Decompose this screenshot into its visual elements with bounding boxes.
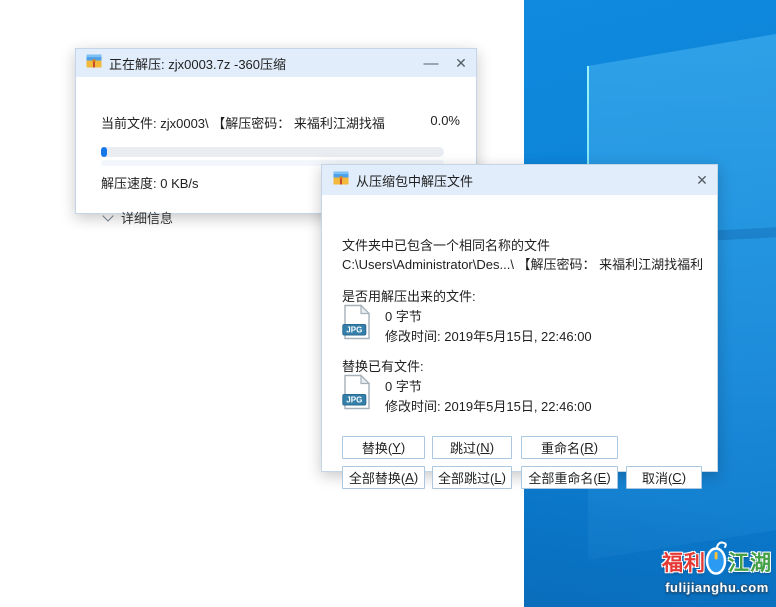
progress-percent: 0.0% bbox=[430, 113, 460, 132]
new-file-size: 0 字节 bbox=[385, 306, 422, 325]
rename-button[interactable]: 重命名(R) bbox=[521, 436, 618, 459]
progress-bar-fill bbox=[101, 147, 107, 157]
progress-dialog-titlebar[interactable]: 正在解压: zjx0003.7z -360压缩 — ✕ bbox=[76, 49, 476, 77]
jpg-file-icon: JPG bbox=[342, 374, 372, 413]
svg-text:JPG: JPG bbox=[346, 326, 362, 335]
current-file-row: 当前文件: zjx0003\ 【解压密码： 来福利江湖找福 0.0% bbox=[101, 113, 460, 132]
minimize-button[interactable]: — bbox=[416, 49, 446, 77]
rename-all-button[interactable]: 全部重命名(E) bbox=[521, 466, 618, 489]
skip-button[interactable]: 跳过(N) bbox=[432, 436, 512, 459]
conflict-path: C:\Users\Administrator\Des...\ 【解压密码： 来福… bbox=[342, 254, 703, 273]
svg-text:JPG: JPG bbox=[346, 396, 362, 405]
watermark-url: fulijianghu.com bbox=[658, 580, 776, 595]
archive-zip-icon bbox=[333, 170, 349, 191]
close-button[interactable]: ✕ bbox=[446, 49, 476, 77]
file-conflict-dialog: 从压缩包中解压文件 ✕ 文件夹中已包含一个相同名称的文件 C:\Users\Ad… bbox=[321, 164, 718, 472]
progress-bar-track bbox=[101, 147, 444, 157]
current-file-label: 当前文件: zjx0003\ 【解压密码： 来福利江湖找福 bbox=[101, 113, 385, 132]
jpg-file-icon: JPG bbox=[342, 304, 372, 343]
new-file-modified: 修改时间: 2019年5月15日, 22:46:00 bbox=[385, 326, 592, 345]
details-toggle[interactable]: 详细信息 bbox=[104, 208, 173, 227]
speed-label: 解压速度: 0 KB/s bbox=[101, 173, 199, 192]
archive-zip-icon bbox=[86, 53, 102, 74]
close-button[interactable]: ✕ bbox=[687, 165, 717, 195]
cancel-button[interactable]: 取消(C) bbox=[626, 466, 702, 489]
chevron-down-icon bbox=[102, 210, 113, 221]
existing-file-modified: 修改时间: 2019年5月15日, 22:46:00 bbox=[385, 396, 592, 415]
conflict-dialog-title: 从压缩包中解压文件 bbox=[356, 171, 687, 190]
existing-file-size: 0 字节 bbox=[385, 376, 422, 395]
new-file-heading: 是否用解压出来的文件: bbox=[342, 286, 476, 305]
watermark-text-left: 福利 bbox=[662, 547, 706, 577]
skip-all-button[interactable]: 全部跳过(L) bbox=[432, 466, 512, 489]
replace-button[interactable]: 替换(Y) bbox=[342, 436, 425, 459]
mouse-icon bbox=[705, 541, 729, 580]
site-watermark: 福利 江湖 fulijianghu.com bbox=[658, 544, 776, 604]
existing-file-heading: 替换已有文件: bbox=[342, 356, 424, 375]
replace-all-button[interactable]: 全部替换(A) bbox=[342, 466, 425, 489]
watermark-text-right: 江湖 bbox=[728, 547, 772, 577]
watermark-title-row: 福利 江湖 bbox=[658, 544, 776, 580]
conflict-dialog-titlebar[interactable]: 从压缩包中解压文件 ✕ bbox=[322, 165, 717, 195]
progress-dialog-title: 正在解压: zjx0003.7z -360压缩 bbox=[109, 54, 416, 73]
details-label: 详细信息 bbox=[121, 208, 173, 227]
conflict-dialog-body: 文件夹中已包含一个相同名称的文件 C:\Users\Administrator\… bbox=[322, 195, 717, 471]
conflict-message: 文件夹中已包含一个相同名称的文件 bbox=[342, 235, 550, 254]
